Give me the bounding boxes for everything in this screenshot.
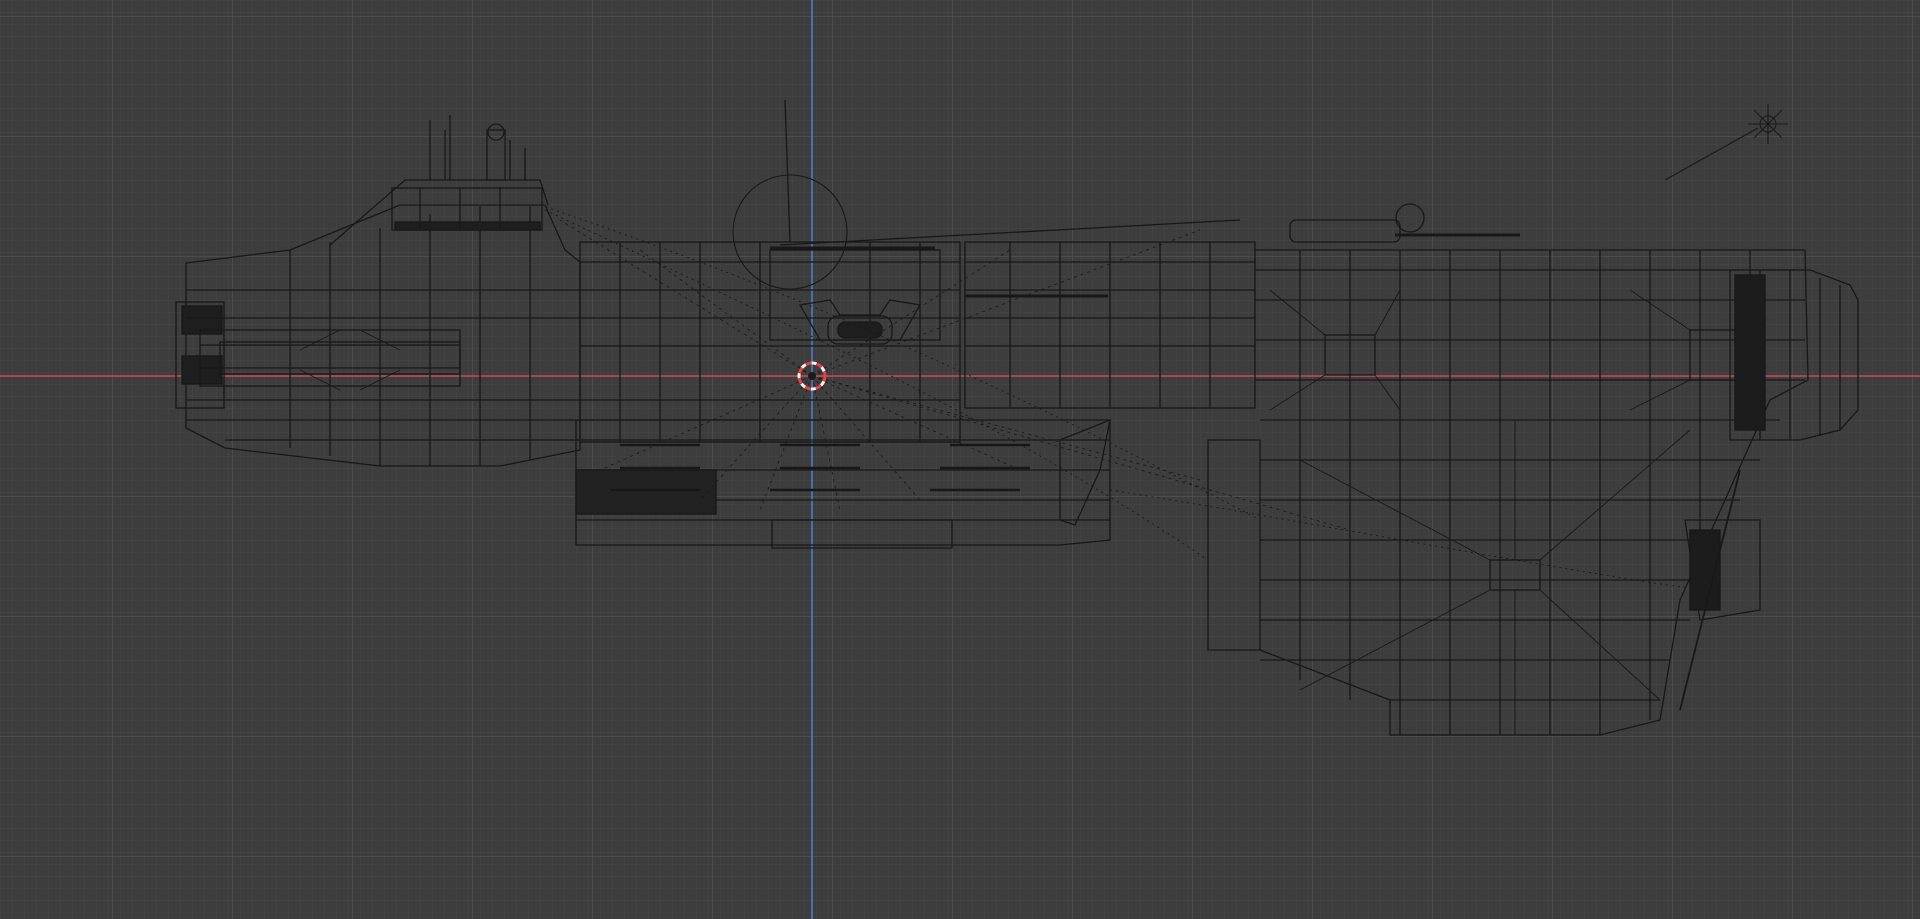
3d-viewport[interactable] bbox=[0, 0, 1920, 919]
